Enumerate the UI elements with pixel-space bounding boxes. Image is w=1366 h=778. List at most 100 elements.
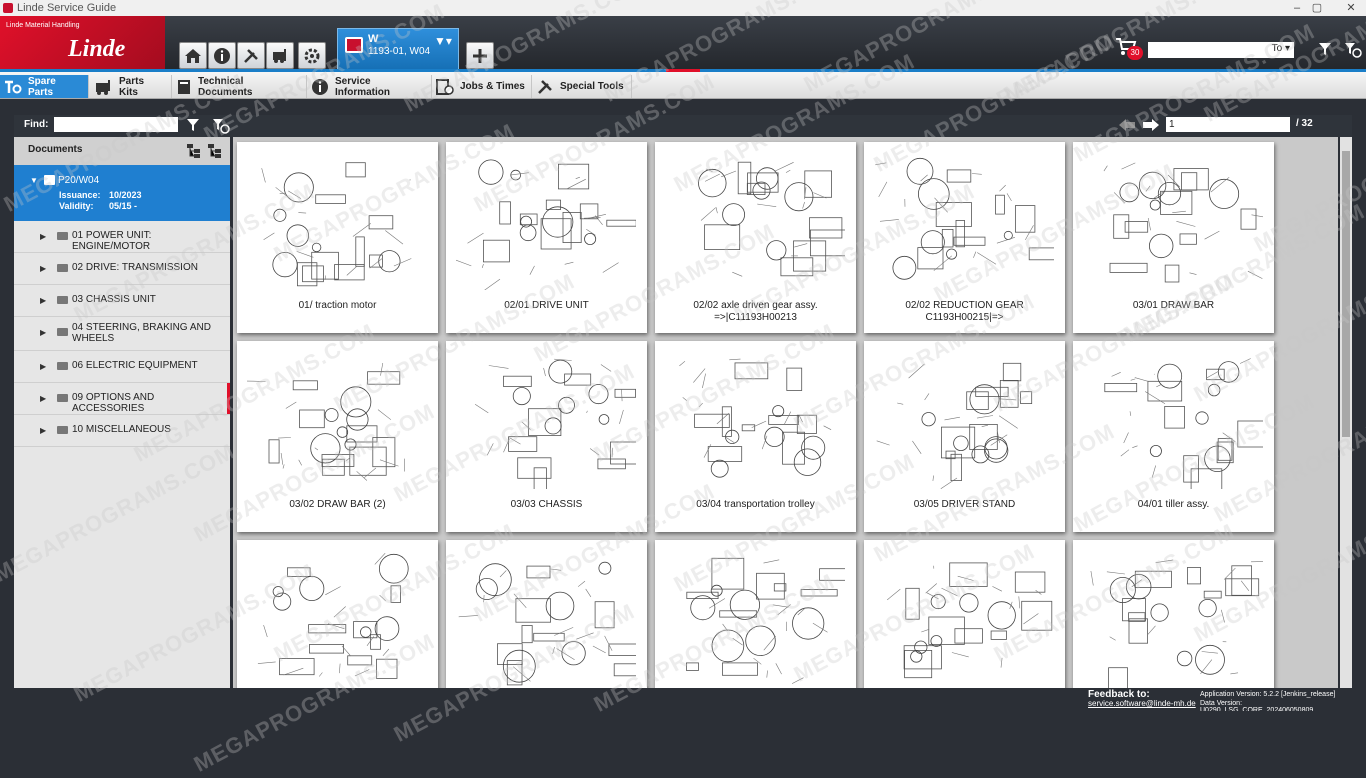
document-thumbnail-card[interactable]: [446, 540, 647, 688]
document-thumbnail-caption: 03/01 DRAW BAR: [1077, 300, 1270, 312]
search-scope-select[interactable]: To ▾: [1272, 43, 1290, 54]
info-icon: [213, 47, 231, 65]
brand-tagline: Linde Material Handling: [6, 22, 80, 29]
truck-button[interactable]: [266, 42, 294, 69]
document-thumbnail-caption: 02/02 axle driven gear assy. =>|C11193H0…: [659, 300, 852, 324]
vehicle-tab-title: W: [368, 33, 378, 45]
close-button[interactable]: ✕: [1340, 0, 1362, 16]
vertical-scrollbar[interactable]: [1340, 137, 1352, 688]
info-icon: [311, 78, 329, 96]
window-title: Linde Service Guide: [17, 0, 116, 16]
tab-spare-parts[interactable]: Spare Parts: [0, 75, 89, 98]
issuance-value: 10/2023: [109, 190, 142, 200]
document-thumbnail-card[interactable]: [237, 540, 438, 688]
tree-item-label: 03 CHASSIS UNIT: [72, 294, 222, 305]
expand-arrow-icon[interactable]: ▶: [40, 296, 46, 305]
documents-sidebar: Documents ▼ P20/W04 Issuance: 10/2023 Va…: [14, 137, 230, 688]
collapse-arrow-icon[interactable]: ▼: [30, 176, 38, 185]
vehicle-tab-model: 1193-01, W04: [368, 46, 430, 57]
tools-icon: [536, 78, 554, 96]
expand-arrow-icon[interactable]: ▶: [40, 232, 46, 241]
tree-item-chassis[interactable]: ▶ 03 CHASSIS UNIT: [14, 285, 230, 317]
home-button[interactable]: [179, 42, 207, 69]
tab-service-information[interactable]: Service Information: [307, 75, 432, 98]
document-thumbnail-caption: 02/02 REDUCTION GEAR C1193H00215|=>: [868, 300, 1061, 324]
scrollbar-thumb[interactable]: [1342, 151, 1350, 437]
settings-button[interactable]: [298, 42, 326, 69]
document-thumbnail-card[interactable]: 03/02 DRAW BAR (2): [237, 341, 438, 532]
document-thumbnail-card[interactable]: 01/ traction motor: [237, 142, 438, 333]
expand-arrow-icon[interactable]: ▶: [40, 394, 46, 403]
module-tabs: Spare Parts Parts Kits Technical Documen…: [0, 72, 1366, 99]
find-label: Find:: [24, 119, 48, 130]
tab-service-information-label: Service Information: [335, 76, 425, 98]
issuance-label: Issuance:: [59, 190, 101, 200]
book-icon: [176, 79, 192, 95]
document-thumbnail-card[interactable]: 03/03 CHASSIS: [446, 341, 647, 532]
document-thumbnail-card[interactable]: 02/01 DRIVE UNIT: [446, 142, 647, 333]
document-thumbnail-card[interactable]: 03/04 transportation trolley: [655, 341, 856, 532]
document-thumbnail-card[interactable]: [864, 540, 1065, 688]
tree-item-steering[interactable]: ▶ 04 STEERING, BRAKING AND WHEELS: [14, 317, 230, 351]
filter-icon[interactable]: [1318, 42, 1332, 56]
tab-parts-kits[interactable]: Parts Kits: [91, 75, 172, 98]
exploded-view-drawing: [665, 548, 845, 688]
folder-icon: [57, 264, 68, 272]
tab-jobs-times[interactable]: Jobs & Times: [432, 75, 532, 98]
next-page-arrow-icon[interactable]: [1142, 118, 1160, 132]
exploded-view-drawing: [1083, 150, 1263, 290]
selected-document[interactable]: ▼ P20/W04 Issuance: 10/2023 Validity: 05…: [14, 165, 230, 221]
tree-item-label: 10 MISCELLANEOUS: [72, 424, 222, 435]
tree-item-label: 06 ELECTRIC EQUIPMENT: [72, 360, 222, 371]
status-footer: Feedback to: service.software@linde-mh.d…: [14, 688, 1352, 711]
find-input[interactable]: [54, 117, 178, 132]
document-thumbnail-card[interactable]: [655, 540, 856, 688]
window-titlebar: Linde Service Guide – ▢ ✕: [0, 0, 1366, 16]
clear-filter-icon[interactable]: [1344, 42, 1362, 58]
find-bar: Find:: [14, 115, 1352, 137]
application-version: Application Version: 5.2.2 [Jenkins_rele…: [1200, 691, 1335, 698]
page-number-input[interactable]: 1: [1166, 117, 1290, 132]
header-search-input[interactable]: To ▾: [1148, 42, 1294, 58]
tree-item-miscellaneous[interactable]: ▶ 10 MISCELLANEOUS: [14, 415, 230, 447]
expand-arrow-icon[interactable]: ▶: [40, 426, 46, 435]
tree-item-drive[interactable]: ▶ 02 DRIVE: TRANSMISSION: [14, 253, 230, 285]
maximize-button[interactable]: ▢: [1306, 0, 1328, 16]
document-thumbnail-card[interactable]: 02/02 axle driven gear assy. =>|C11193H0…: [655, 142, 856, 333]
tab-technical-documents[interactable]: Technical Documents: [172, 75, 307, 98]
settings-icon: [303, 47, 321, 65]
document-thumbnail-card[interactable]: 02/02 REDUCTION GEAR C1193H00215|=>: [864, 142, 1065, 333]
page-total: / 32: [1296, 118, 1313, 129]
filter-dropdown-icon[interactable]: ▼▾: [434, 34, 452, 48]
info-button[interactable]: [208, 42, 236, 69]
expand-arrow-icon[interactable]: ▶: [40, 328, 46, 337]
document-thumbnail-caption: 03/04 transportation trolley: [659, 499, 852, 511]
exploded-view-drawing: [1083, 349, 1263, 489]
exploded-view-drawing: [456, 349, 636, 489]
find-clear-filter-icon[interactable]: [212, 118, 230, 134]
tree-item-power-unit[interactable]: ▶ 01 POWER UNIT: ENGINE/MOTOR: [14, 221, 230, 253]
vehicle-icon: [345, 37, 363, 53]
document-thumbnail-card[interactable]: 03/05 DRIVER STAND: [864, 341, 1065, 532]
document-thumbnail-card[interactable]: 04/01 tiller assy.: [1073, 341, 1274, 532]
exploded-view-drawing: [1083, 548, 1263, 688]
tree-item-electric[interactable]: ▶ 06 ELECTRIC EQUIPMENT: [14, 351, 230, 383]
vehicle-tab[interactable]: W 1193-01, W04 ▼▾: [337, 28, 459, 70]
feedback-email-link[interactable]: service.software@linde-mh.de: [1088, 699, 1196, 708]
add-tab-button[interactable]: [466, 42, 494, 69]
find-filter-icon[interactable]: [186, 118, 200, 132]
document-thumbnail-grid: 01/ traction motor02/01 DRIVE UNIT 02/02 …: [233, 137, 1338, 688]
document-thumbnail-card[interactable]: 03/01 DRAW BAR: [1073, 142, 1274, 333]
minimize-button[interactable]: –: [1286, 0, 1308, 16]
document-thumbnail-card[interactable]: [1073, 540, 1274, 688]
exploded-view-drawing: [665, 150, 845, 290]
jobs-icon: [436, 79, 454, 95]
tab-special-tools[interactable]: Special Tools: [532, 75, 632, 98]
tools-button[interactable]: [237, 42, 265, 69]
expand-arrow-icon[interactable]: ▶: [40, 362, 46, 371]
tree-item-options[interactable]: ▶ 09 OPTIONS AND ACCESSORIES: [14, 383, 230, 415]
expand-tree-icon[interactable]: [186, 143, 202, 159]
collapse-tree-icon[interactable]: [207, 143, 223, 159]
expand-arrow-icon[interactable]: ▶: [40, 264, 46, 273]
prev-page-arrow-icon[interactable]: [1118, 118, 1136, 132]
